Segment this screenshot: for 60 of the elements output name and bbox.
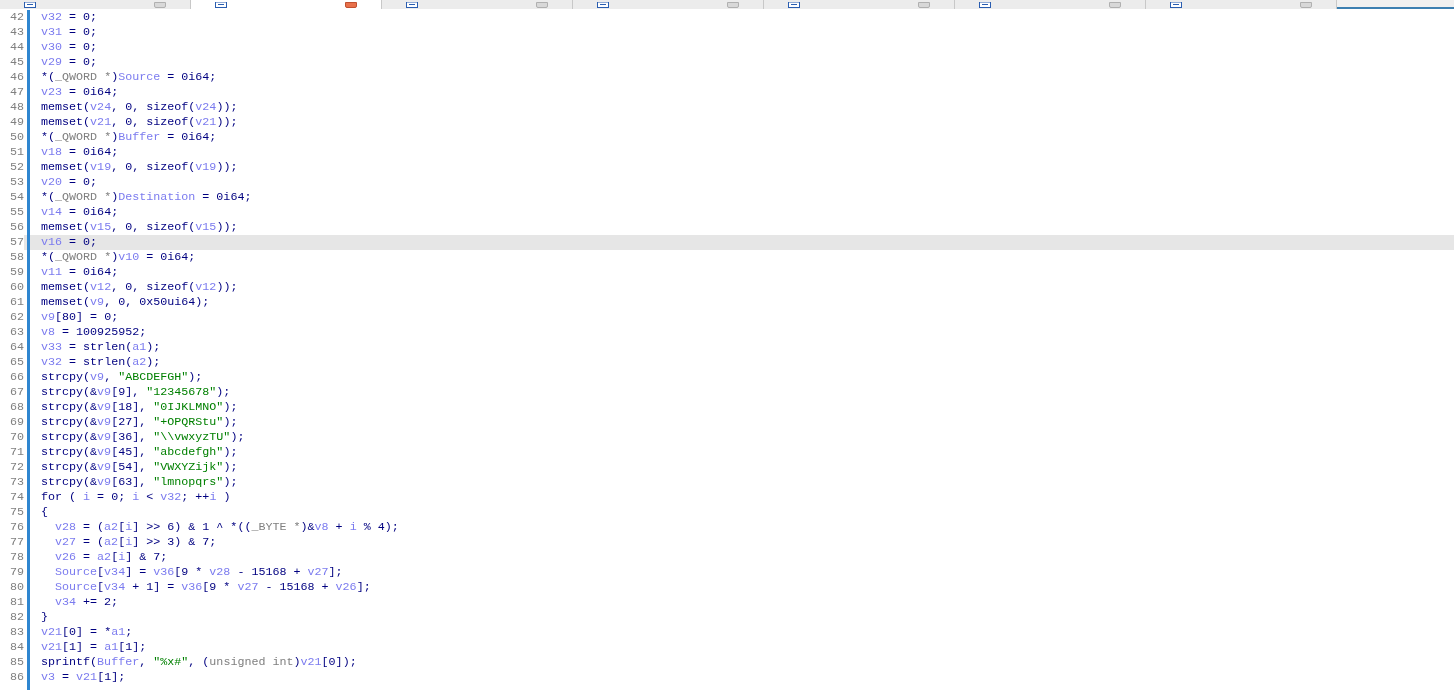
tab[interactable] — [573, 0, 764, 9]
code-line: memset(v9, 0, 0x50ui64); — [41, 295, 210, 310]
code-line: *(_QWORD *)Source = 0i64; — [41, 70, 217, 85]
code-line: *(_QWORD *)Destination = 0i64; — [41, 190, 252, 205]
tab[interactable] — [955, 0, 1146, 9]
code-line: *(_QWORD *)Buffer = 0i64; — [41, 130, 217, 145]
code-line: strcpy(&v9[63], "lmnopqrs"); — [41, 475, 238, 490]
code-line: v21[1] = a1[1]; — [41, 640, 147, 655]
tab[interactable] — [0, 0, 191, 9]
code-line: strcpy(v9, "ABCDEFGH"); — [41, 370, 203, 385]
close-button[interactable] — [727, 2, 739, 8]
tab[interactable] — [764, 0, 955, 9]
code-line: strcpy(&v9[9], "12345678"); — [41, 385, 231, 400]
tab[interactable] — [382, 0, 573, 9]
code-line: Source[v34 + 1] = v36[9 * v27 - 15168 + v26]; — [55, 580, 371, 595]
code-line: v31 = 0; — [41, 25, 98, 40]
code-line: strcpy(&v9[18], "0IJKLMNO"); — [41, 400, 238, 415]
close-button[interactable] — [154, 2, 166, 8]
code-line: sprintf(Buffer, "%x#", (unsigned int)v21[0]); — [41, 655, 357, 670]
code-line: strcpy(&v9[54], "VWXYZijk"); — [41, 460, 238, 475]
code-line: memset(v19, 0, sizeof(v19)); — [41, 160, 238, 175]
code-line: memset(v24, 0, sizeof(v24)); — [41, 100, 238, 115]
code-line: memset(v15, 0, sizeof(v15)); — [41, 220, 238, 235]
code-line: v30 = 0; — [41, 40, 98, 55]
tab[interactable] — [191, 0, 382, 9]
code-line: v16 = 0; — [41, 235, 98, 250]
code-line: v3 = v21[1]; — [41, 670, 126, 685]
close-button[interactable] — [1300, 2, 1312, 8]
code-line: strcpy(&v9[36], "\\vwxyzTU"); — [41, 430, 245, 445]
code-line: v11 = 0i64; — [41, 265, 119, 280]
code-line: v33 = strlen(a1); — [41, 340, 161, 355]
close-button[interactable] — [345, 2, 357, 8]
code-line: v20 = 0; — [41, 175, 98, 190]
tab[interactable] — [1146, 0, 1337, 9]
code-line: *(_QWORD *)v10 = 0i64; — [41, 250, 196, 265]
code-line: } — [41, 610, 48, 625]
code-line: v21[0] = *a1; — [41, 625, 133, 640]
code-line: { — [41, 505, 48, 520]
code-line: v32 = strlen(a2); — [41, 355, 161, 370]
code-line: for ( i = 0; i < v32; ++i ) — [41, 490, 231, 505]
code-line: v26 = a2[i] & 7; — [55, 550, 168, 565]
code-line: v28 = (a2[i] >> 6) & 1 ^ *((_BYTE *)&v8 + i % 4); — [55, 520, 399, 535]
code-line: Source[v34] = v36[9 * v28 - 15168 + v27]; — [55, 565, 343, 580]
code-line: v32 = 0; — [41, 10, 98, 25]
code-line: strcpy(&v9[45], "abcdefgh"); — [41, 445, 238, 460]
code-line: v29 = 0; — [41, 55, 98, 70]
code-line: v9[80] = 0; — [41, 310, 119, 325]
code-line: memset(v21, 0, sizeof(v21)); — [41, 115, 238, 130]
close-button[interactable] — [1109, 2, 1121, 8]
close-button[interactable] — [918, 2, 930, 8]
code-line: v8 = 100925952; — [41, 325, 147, 340]
code-line: v18 = 0i64; — [41, 145, 119, 160]
code-line: v23 = 0i64; — [41, 85, 119, 100]
close-button[interactable] — [536, 2, 548, 8]
line-number: 57 — [0, 235, 24, 250]
code-line: strcpy(&v9[27], "+OPQRStu"); — [41, 415, 238, 430]
code-line: v34 += 2; — [55, 595, 119, 610]
code-line: memset(v12, 0, sizeof(v12)); — [41, 280, 238, 295]
code-line: v14 = 0i64; — [41, 205, 119, 220]
code-line: v27 = (a2[i] >> 3) & 7; — [55, 535, 217, 550]
